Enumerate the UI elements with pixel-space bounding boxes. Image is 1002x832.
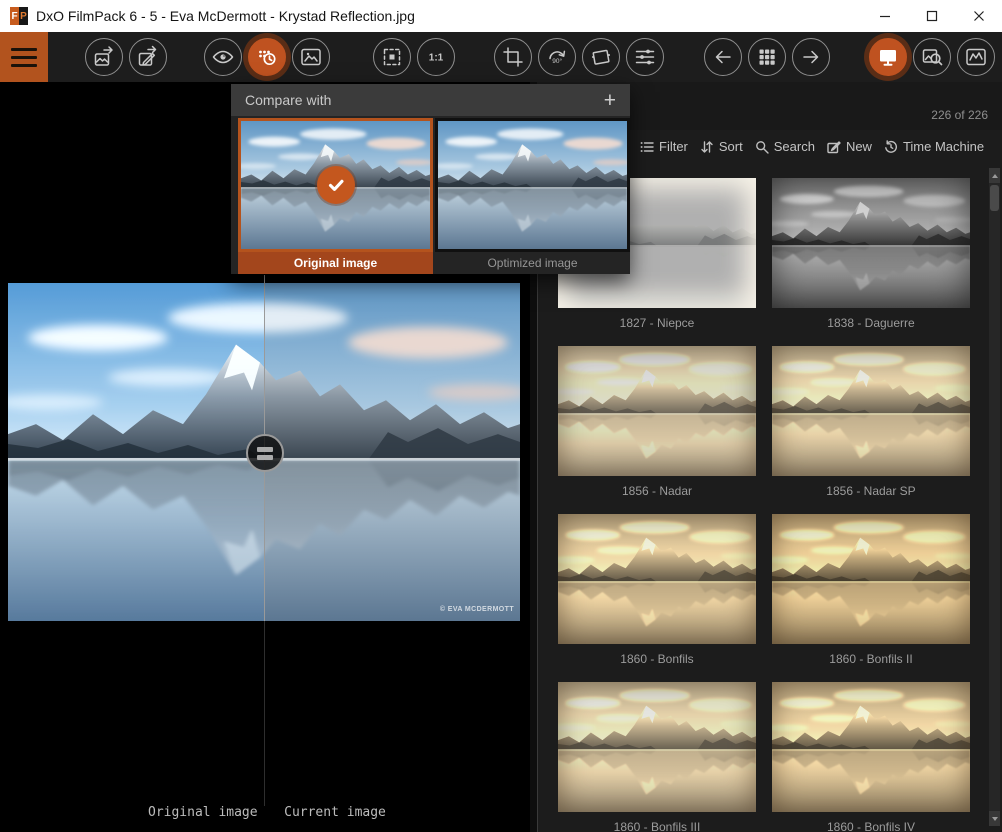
preset-thumbnail	[772, 682, 970, 812]
preset-label: 1860 - Bonfils IV	[772, 812, 970, 832]
titlebar: F P DxO FilmPack 6 - 5 - Eva McDermott -…	[0, 0, 1002, 32]
svg-text:1:1: 1:1	[429, 53, 444, 64]
scroll-up-button[interactable]	[989, 168, 1000, 183]
preset-label: 1860 - Bonfils II	[772, 644, 970, 682]
search-button[interactable]: Search	[755, 139, 815, 154]
dxo-filmpack-window: F P DxO FilmPack 6 - 5 - Eva McDermott -…	[0, 0, 1002, 832]
svg-text:90°: 90°	[552, 57, 562, 65]
image-browser-button[interactable]	[748, 38, 786, 76]
preset-label: 1856 - Nadar SP	[772, 476, 970, 514]
preset-thumbnail	[772, 514, 970, 644]
app-icon: F P	[10, 7, 28, 25]
compare-option-original[interactable]: Original image	[238, 118, 433, 274]
preset-label: 1856 - Nadar	[558, 476, 756, 514]
preset-thumbnail	[558, 682, 756, 812]
preset-count: 226 of 226	[931, 108, 988, 122]
preset-item[interactable]: 1860 - Bonfils IV	[772, 682, 970, 832]
preset-thumbnail	[558, 514, 756, 644]
search-icon	[755, 140, 769, 154]
scroll-down-button[interactable]	[989, 811, 1000, 826]
watermark: © EVA MCDERMOTT	[440, 606, 514, 613]
menu-button[interactable]	[0, 32, 48, 82]
histogram-button[interactable]	[957, 38, 995, 76]
image-view-button[interactable]	[292, 38, 330, 76]
scrollbar-track[interactable]	[989, 168, 1000, 826]
split-handle[interactable]	[246, 434, 284, 472]
previous-image-button[interactable]	[704, 38, 742, 76]
preset-item[interactable]: 1860 - Bonfils II	[772, 514, 970, 682]
compare-option-label: Original image	[238, 252, 433, 274]
preset-item[interactable]: 1860 - Bonfils III	[558, 682, 756, 832]
new-preset-button[interactable]: New	[827, 139, 872, 154]
compare-thumbnail	[238, 118, 433, 252]
compare-option-optimized[interactable]: Optimized image	[435, 118, 630, 274]
preset-item[interactable]: 1838 - Daguerre	[772, 178, 970, 346]
time-machine-icon	[884, 140, 898, 154]
preset-label: 1838 - Daguerre	[772, 308, 970, 346]
zoom-1-1-button[interactable]: 1:1	[417, 38, 455, 76]
preview-toggle-button[interactable]	[204, 38, 242, 76]
preset-thumbnail	[772, 346, 970, 476]
compare-panel-title: Compare with	[245, 92, 331, 108]
preset-thumbnail	[772, 178, 970, 308]
next-image-button[interactable]	[792, 38, 830, 76]
time-machine-button[interactable]: Time Machine	[884, 139, 984, 154]
preset-label: 1827 - Niepce	[558, 308, 756, 346]
selected-check-icon	[317, 166, 355, 204]
preset-item[interactable]: 1856 - Nadar	[558, 346, 756, 514]
compare-with-button[interactable]	[248, 38, 286, 76]
compare-panel-header: Compare with +	[231, 84, 630, 116]
split-right-label: Current image	[281, 805, 389, 820]
preset-grid: 1827 - Niepce 1838 - Daguerre 1856 - Nad…	[558, 178, 970, 832]
soft-proofing-button[interactable]	[913, 38, 951, 76]
compare-thumbnail	[435, 118, 630, 252]
sort-icon	[700, 140, 714, 154]
maximize-button[interactable]	[908, 0, 955, 32]
display-mode-button[interactable]	[869, 38, 907, 76]
preset-label: 1860 - Bonfils III	[558, 812, 756, 832]
window-title: DxO FilmPack 6 - 5 - Eva McDermott - Kry…	[36, 8, 415, 24]
compare-with-panel: Compare with + Original image Optimized …	[231, 84, 630, 274]
fit-screen-button[interactable]	[373, 38, 411, 76]
compare-panel-body: Original image Optimized image	[231, 116, 630, 274]
filter-icon	[640, 140, 654, 154]
browser-actions: Filter Sort Search New Time Machine	[640, 139, 984, 154]
main-toolbar: 1:1 90°	[0, 32, 1002, 82]
preset-thumbnail	[558, 346, 756, 476]
split-divider	[264, 275, 265, 806]
up-arrow-icon	[992, 174, 998, 178]
minimize-button[interactable]	[861, 0, 908, 32]
filter-button[interactable]: Filter	[640, 139, 688, 154]
scrollbar-thumb[interactable]	[990, 185, 999, 211]
export-image-button[interactable]	[85, 38, 123, 76]
preset-item[interactable]: 1860 - Bonfils	[558, 514, 756, 682]
adjustments-button[interactable]	[626, 38, 664, 76]
new-icon	[827, 140, 841, 154]
down-arrow-icon	[992, 817, 998, 821]
crop-button[interactable]	[494, 38, 532, 76]
sort-button[interactable]: Sort	[700, 139, 743, 154]
export-edit-button[interactable]	[129, 38, 167, 76]
split-left-label: Original image	[148, 805, 256, 820]
compare-option-label: Optimized image	[435, 252, 630, 274]
close-button[interactable]	[955, 0, 1002, 32]
horizon-button[interactable]	[582, 38, 620, 76]
preset-item[interactable]: 1856 - Nadar SP	[772, 346, 970, 514]
rotate-90-button[interactable]: 90°	[538, 38, 576, 76]
add-comparison-button[interactable]: +	[604, 90, 616, 111]
preset-label: 1860 - Bonfils	[558, 644, 756, 682]
